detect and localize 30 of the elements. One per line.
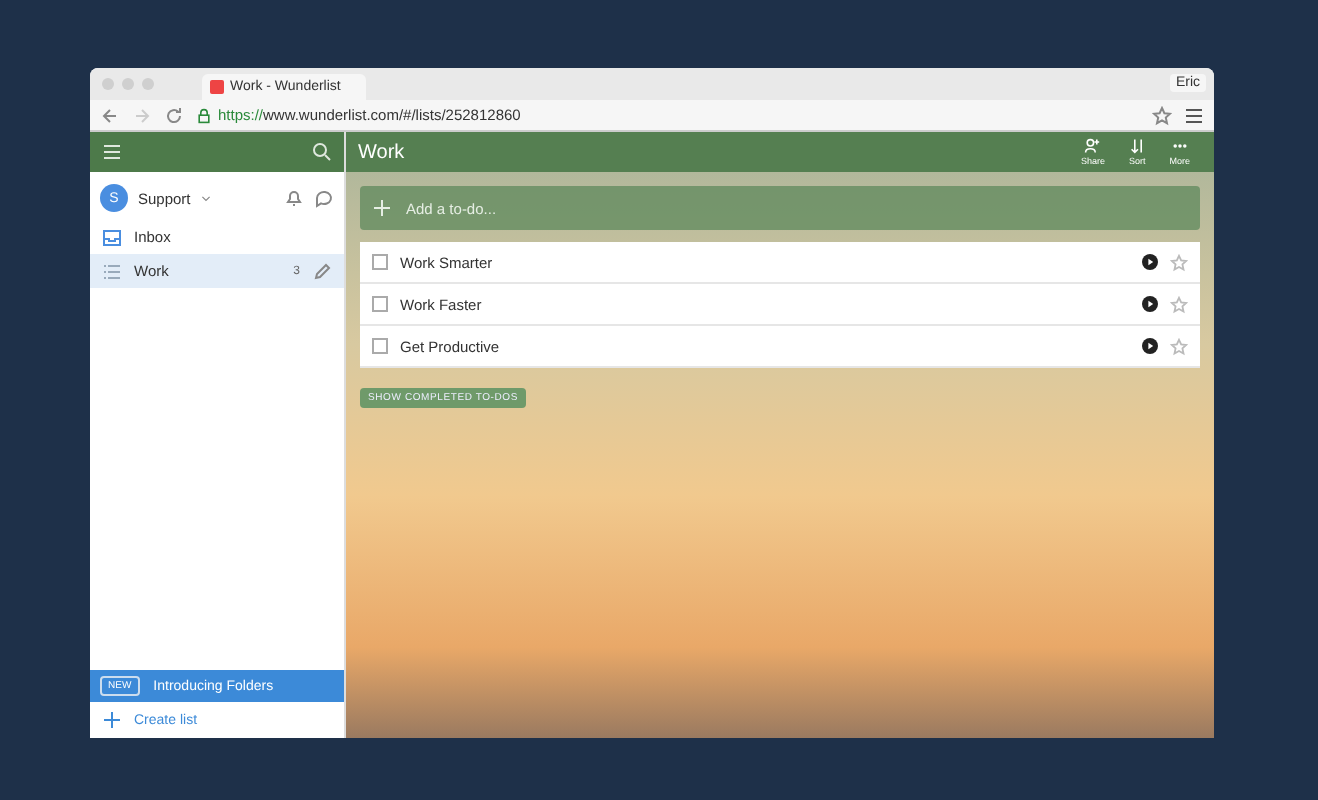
reload-icon[interactable] — [164, 105, 184, 125]
star-icon[interactable] — [1152, 105, 1172, 125]
pencil-icon[interactable] — [312, 261, 332, 281]
checkbox[interactable] — [372, 338, 388, 354]
sort-icon[interactable] — [1129, 138, 1146, 154]
bell-icon[interactable] — [284, 188, 304, 208]
inbox-icon[interactable] — [102, 227, 122, 247]
chevron-down-icon[interactable] — [200, 192, 213, 204]
person-plus-icon[interactable] — [1084, 138, 1101, 154]
search-icon[interactable] — [312, 142, 332, 162]
checkbox[interactable] — [372, 296, 388, 312]
list-title: Work — [358, 141, 407, 163]
minimize-dot[interactable] — [122, 78, 134, 90]
lock-icon[interactable] — [196, 107, 212, 123]
close-dot[interactable] — [102, 78, 114, 90]
list-icon[interactable] — [102, 261, 122, 281]
star-icon[interactable] — [1170, 337, 1188, 355]
more-icon[interactable] — [1171, 138, 1188, 154]
play-icon[interactable] — [1142, 296, 1158, 312]
speech-bubble-icon[interactable] — [314, 188, 334, 208]
back-icon[interactable] — [100, 105, 120, 125]
plus-icon[interactable] — [102, 710, 122, 730]
zoom-dot[interactable] — [142, 78, 154, 90]
star-icon[interactable] — [1170, 295, 1188, 313]
checkbox[interactable] — [372, 254, 388, 270]
star-icon[interactable] — [1170, 253, 1188, 271]
menu-icon[interactable] — [1184, 105, 1204, 125]
favicon-icon — [210, 80, 224, 94]
play-icon[interactable] — [1142, 338, 1158, 354]
play-icon[interactable] — [1142, 254, 1158, 270]
